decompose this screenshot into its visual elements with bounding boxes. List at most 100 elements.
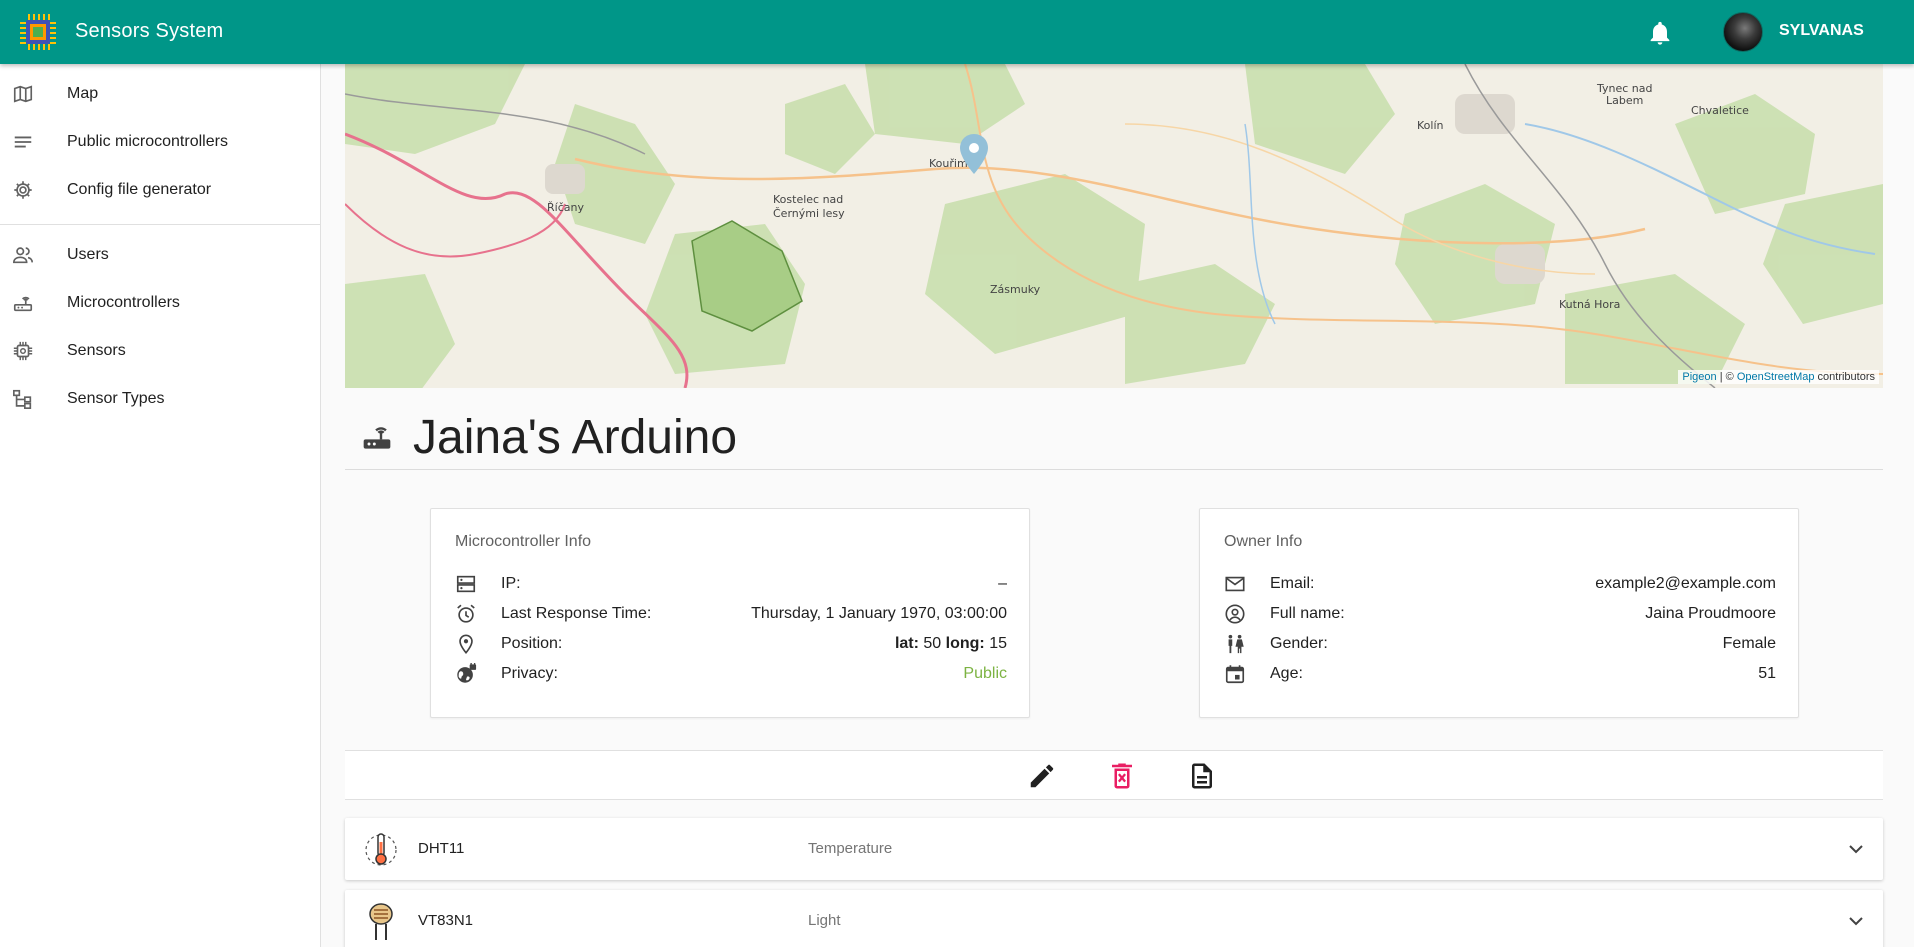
sidebar-item-label: Users xyxy=(67,246,109,263)
long-value: 15 xyxy=(989,635,1007,652)
map-icon xyxy=(13,85,33,103)
email-row: Email: example2@example.com xyxy=(1224,571,1776,595)
map-label: Zásmuky xyxy=(990,283,1041,296)
chip-logo-icon xyxy=(20,14,56,50)
sidebar-divider xyxy=(0,224,320,225)
map-label: Kostelec nad xyxy=(773,193,844,206)
pigeon-link[interactable]: Pigeon xyxy=(1682,371,1716,383)
position-label: Position: xyxy=(501,635,563,652)
hierarchy-icon xyxy=(13,389,32,409)
age-value: 51 xyxy=(1758,665,1776,682)
photoresistor-sensor-icon xyxy=(369,903,393,940)
sensor-name: DHT11 xyxy=(418,840,465,857)
microcontroller-info-card: Microcontroller Info IP: – Last Response… xyxy=(430,508,1030,718)
calendar-icon xyxy=(1225,665,1245,684)
sidebar-item-sensor-types[interactable]: Sensor Types xyxy=(0,377,320,421)
edit-icon[interactable] xyxy=(1027,761,1057,791)
config-file-icon[interactable] xyxy=(1187,761,1217,791)
card-title: Owner Info xyxy=(1224,533,1303,550)
map-label: Kolín xyxy=(1417,119,1444,132)
sidebar-item-config-file-generator[interactable]: Config file generator xyxy=(0,168,320,212)
wc-gender-icon xyxy=(1228,634,1244,654)
gender-value: Female xyxy=(1722,635,1776,652)
map-tiles xyxy=(345,64,1883,388)
public-globe-lock-icon xyxy=(457,663,477,683)
sidebar-item-label: Config file generator xyxy=(67,181,212,198)
map-view[interactable]: Kouřim Říčany Kostelec nad Černými lesy … xyxy=(345,64,1883,388)
sidebar-item-users[interactable]: Users xyxy=(0,233,320,277)
map-label: Chvaletice xyxy=(1691,104,1749,117)
router-icon xyxy=(13,296,33,312)
ip-row: IP: – xyxy=(455,571,1007,595)
owner-info-card: Owner Info Email: example2@example.com F… xyxy=(1199,508,1799,718)
thermometer-sensor-icon xyxy=(365,833,397,866)
notifications-bell-icon[interactable] xyxy=(1646,19,1674,47)
router-icon xyxy=(363,427,391,449)
sidebar: Map Public microcontrollers Config file … xyxy=(0,64,321,947)
gear-icon xyxy=(14,181,32,199)
sensor-name: VT83N1 xyxy=(418,912,474,929)
sensor-row-dht11[interactable]: DHT11 Temperature xyxy=(345,818,1883,880)
map-attribution: Pigeon | © OpenStreetMap contributors xyxy=(1678,370,1879,384)
users-icon xyxy=(13,247,33,264)
scrollbar[interactable] xyxy=(1910,64,1914,947)
sidebar-item-label: Public microcontrollers xyxy=(67,133,228,150)
attribution-separator: | © xyxy=(1716,371,1737,383)
lat-label: lat: xyxy=(894,635,919,652)
chip-icon xyxy=(13,341,33,361)
sidebar-item-label: Microcontrollers xyxy=(67,294,180,311)
sidebar-item-public-microcontrollers[interactable]: Public microcontrollers xyxy=(0,120,320,164)
privacy-row: Privacy: Public xyxy=(455,661,1007,685)
app-title: Sensors System xyxy=(75,20,224,42)
age-label: Age: xyxy=(1270,665,1303,682)
last-response-value: Thursday, 1 January 1970, 03:00:00 xyxy=(751,605,1007,622)
sidebar-item-map[interactable]: Map xyxy=(0,72,320,116)
email-label: Email: xyxy=(1270,575,1315,592)
sidebar-item-microcontrollers[interactable]: Microcontrollers xyxy=(0,281,320,325)
account-circle-icon xyxy=(1225,604,1245,624)
location-pin-icon xyxy=(459,634,473,654)
user-avatar[interactable] xyxy=(1723,12,1763,52)
lat-value: 50 xyxy=(923,635,942,652)
sensor-row-vt83n1[interactable]: VT83N1 Light xyxy=(345,890,1883,947)
last-response-label: Last Response Time: xyxy=(501,605,652,622)
gender-label: Gender: xyxy=(1270,635,1328,652)
action-toolbar xyxy=(345,750,1883,800)
app-bar: Sensors System SYLVANAS xyxy=(0,0,1914,64)
card-title: Microcontroller Info xyxy=(455,533,592,550)
fullname-label: Full name: xyxy=(1270,605,1345,622)
age-row: Age: 51 xyxy=(1224,661,1776,685)
last-response-row: Last Response Time: Thursday, 1 January … xyxy=(455,601,1007,625)
email-value: example2@example.com xyxy=(1595,575,1776,592)
attribution-suffix: contributors xyxy=(1814,371,1875,383)
alarm-clock-icon xyxy=(457,604,475,623)
map-marker-icon[interactable] xyxy=(957,132,991,176)
list-icon xyxy=(14,136,32,148)
username[interactable]: SYLVANAS xyxy=(1779,22,1864,40)
long-label: long: xyxy=(945,635,985,652)
email-icon xyxy=(1225,576,1245,592)
fullname-value: Jaina Proudmoore xyxy=(1645,605,1776,622)
map-label: Kutná Hora xyxy=(1559,298,1621,311)
fullname-row: Full name: Jaina Proudmoore xyxy=(1224,601,1776,625)
sidebar-item-label: Sensor Types xyxy=(67,390,165,407)
ip-label: IP: xyxy=(501,575,521,592)
sidebar-item-label: Sensors xyxy=(67,342,126,359)
chevron-down-icon[interactable] xyxy=(1844,837,1868,861)
privacy-value: Public xyxy=(963,665,1007,682)
delete-icon[interactable] xyxy=(1107,761,1137,791)
sidebar-item-label: Map xyxy=(67,85,99,102)
privacy-label: Privacy: xyxy=(501,665,558,682)
server-icon xyxy=(456,575,476,593)
page-title: Jaina's Arduino xyxy=(413,411,738,464)
sensor-type: Light xyxy=(808,912,841,929)
openstreetmap-link[interactable]: OpenStreetMap xyxy=(1737,371,1815,383)
map-label: Černými lesy xyxy=(773,207,845,220)
main-content: Kouřim Říčany Kostelec nad Černými lesy … xyxy=(321,64,1914,947)
position-row: Position: lat: 50 long: 15 xyxy=(455,631,1007,655)
sidebar-item-sensors[interactable]: Sensors xyxy=(0,329,320,373)
chevron-down-icon[interactable] xyxy=(1844,909,1868,933)
map-label: Říčany xyxy=(547,201,584,214)
sensor-type: Temperature xyxy=(808,840,893,857)
gender-row: Gender: Female xyxy=(1224,631,1776,655)
